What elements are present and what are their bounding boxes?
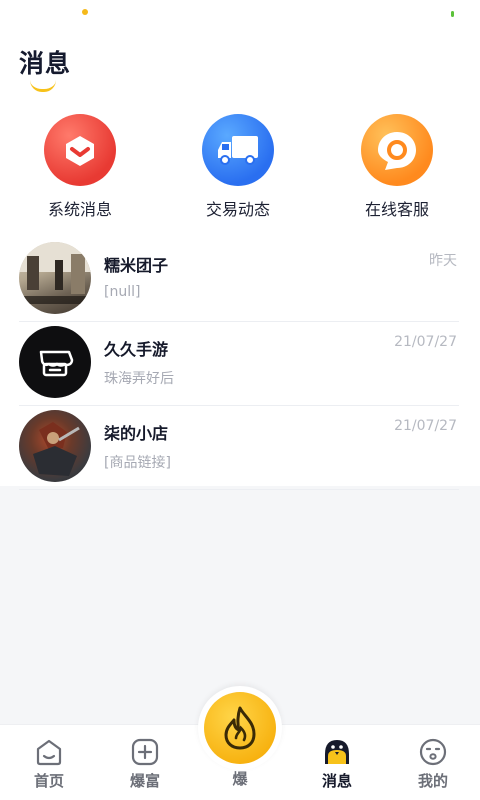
message-preview: [商品链接] <box>104 455 171 471</box>
message-preview: [null] <box>104 284 141 300</box>
profile-face-icon <box>418 737 448 767</box>
online-service-label: 在线客服 <box>364 200 429 219</box>
home-face-icon <box>34 737 64 767</box>
avatar <box>19 242 91 314</box>
chick-icon <box>322 737 352 767</box>
system-messages-label: 系统消息 <box>47 200 112 219</box>
flame-icon <box>204 692 276 764</box>
message-time: 21/07/27 <box>394 418 457 434</box>
title-underline-smile <box>30 80 56 92</box>
contact-name: 柒的小店 <box>104 424 169 443</box>
tab-home-label: 首页 <box>33 772 64 790</box>
tab-bao-label: 爆 <box>232 770 248 788</box>
message-item[interactable]: 久久手游 珠海弄好后 21/07/27 <box>0 322 480 406</box>
message-list: 糯米团子 [null] 昨天 久久手游 珠海弄好后 21/07/27 柒的小店 … <box>0 238 480 490</box>
system-messages-button[interactable]: 系统消息 <box>10 114 150 220</box>
status-indicator-dot <box>82 9 88 15</box>
main-content: 消息 系统消息 交易动态 在线客服 糯米团子 [null] 昨天 久久手游 珠海… <box>0 28 480 490</box>
online-service-button[interactable]: 在线客服 <box>327 114 467 220</box>
tab-profile-label: 我的 <box>417 772 448 790</box>
message-item[interactable]: 糯米团子 [null] 昨天 <box>0 238 480 322</box>
message-item[interactable]: 柒的小店 [商品链接] 21/07/27 <box>0 406 480 490</box>
battery-icon <box>451 11 454 17</box>
plus-square-icon <box>130 737 160 767</box>
tab-home[interactable]: 首页 <box>1 737 97 791</box>
truck-icon <box>202 114 274 186</box>
tab-profile[interactable]: 我的 <box>385 737 480 791</box>
contact-name: 久久手游 <box>104 340 169 359</box>
message-time: 21/07/27 <box>394 334 457 350</box>
page-title: 消息 <box>19 49 72 78</box>
tab-baofu[interactable]: 爆富 <box>97 737 193 791</box>
gift-box-icon <box>44 114 116 186</box>
message-time: 昨天 <box>429 253 457 269</box>
tab-messages[interactable]: 消息 <box>289 737 385 791</box>
avatar <box>19 326 91 398</box>
chat-bubble-icon <box>361 114 433 186</box>
tab-baofu-label: 爆富 <box>129 772 160 790</box>
trade-activity-button[interactable]: 交易动态 <box>168 114 308 220</box>
avatar <box>19 410 91 482</box>
center-flame-button[interactable] <box>198 686 282 770</box>
status-bar <box>0 0 480 28</box>
divider <box>19 489 459 490</box>
trade-activity-label: 交易动态 <box>205 200 270 219</box>
tab-messages-label: 消息 <box>321 772 352 790</box>
contact-name: 糯米团子 <box>104 256 169 275</box>
message-preview: 珠海弄好后 <box>104 371 174 387</box>
